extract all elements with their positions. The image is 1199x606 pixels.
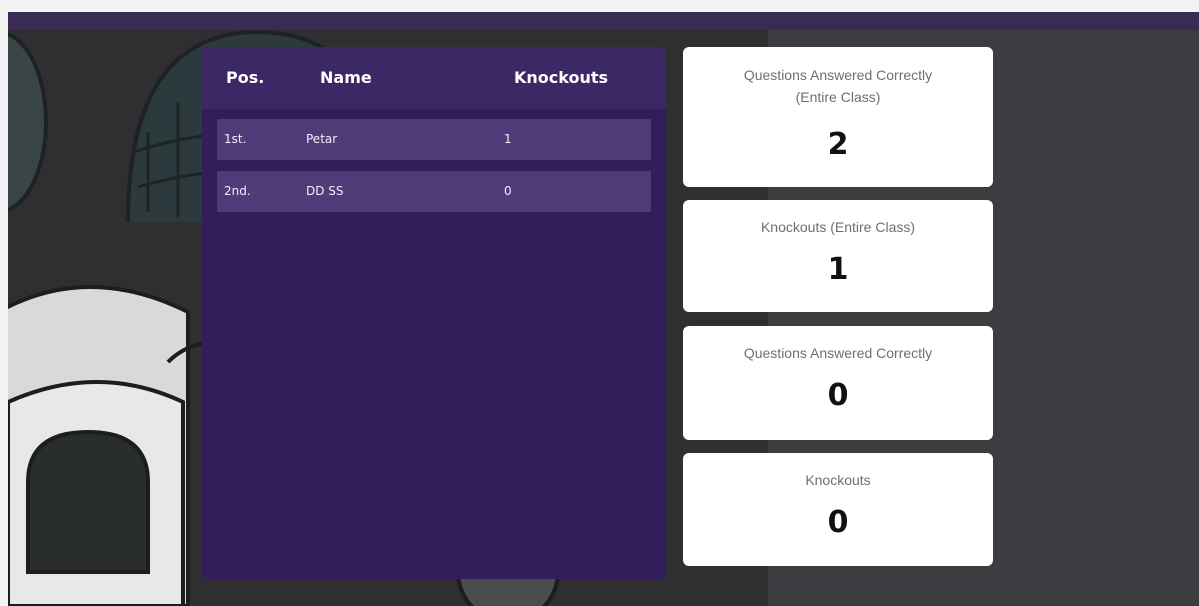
stat-card-correct: Questions Answered Correctly 0 (683, 326, 993, 440)
stat-card-knockouts: Knockouts 0 (683, 453, 993, 566)
stat-value: 0 (827, 378, 849, 413)
row-pos: 2nd. (224, 184, 251, 198)
header-knockouts: Knockouts (514, 68, 609, 87)
stat-label: Questions Answered Correctly (Entire Cla… (743, 67, 933, 105)
row-knockouts: 0 (504, 184, 512, 198)
stat-card-class-correct: Questions Answered Correctly (Entire Cla… (683, 47, 993, 187)
leaderboard-header: Pos. Name Knockouts (202, 47, 666, 109)
header-name: Name (320, 68, 372, 87)
leaderboard-rows: 1st. Petar 1 2nd. DD SS 0 (217, 119, 651, 223)
stat-value: 2 (827, 127, 849, 162)
game-stage: Pos. Name Knockouts 1st. Petar 1 2nd. DD… (8, 12, 1199, 606)
row-pos: 1st. (224, 132, 247, 146)
table-row: 1st. Petar 1 (217, 119, 651, 160)
stat-card-class-knockouts: Knockouts (Entire Class) 1 (683, 200, 993, 312)
row-name: DD SS (306, 184, 344, 198)
stat-label: Knockouts (805, 472, 871, 488)
row-knockouts: 1 (504, 132, 512, 146)
row-name: Petar (306, 132, 338, 146)
stat-value: 1 (827, 252, 849, 287)
stat-value: 0 (827, 505, 849, 540)
header-pos: Pos. (226, 68, 265, 87)
stat-label: Questions Answered Correctly (743, 345, 933, 361)
table-row: 2nd. DD SS 0 (217, 171, 651, 212)
stat-label: Knockouts (Entire Class) (760, 219, 916, 235)
leaderboard-panel: Pos. Name Knockouts 1st. Petar 1 2nd. DD… (202, 47, 666, 579)
